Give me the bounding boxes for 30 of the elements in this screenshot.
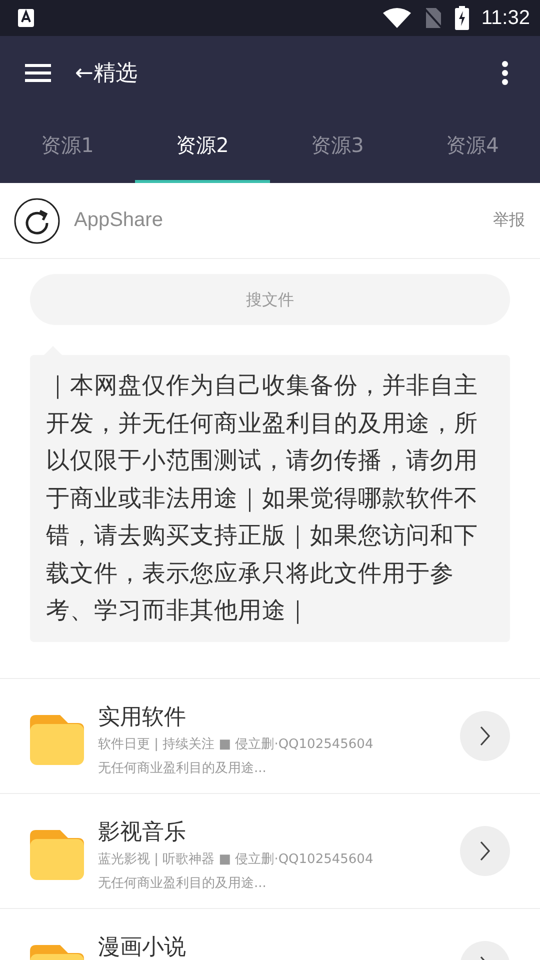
- open-folder-button[interactable]: [460, 826, 510, 876]
- tab[interactable]: 资源4: [405, 110, 540, 183]
- folder-title: 实用软件: [98, 704, 187, 732]
- clock-time: 11:32: [481, 6, 530, 30]
- folder-icon: [30, 714, 84, 764]
- chevron-right-icon: [480, 726, 490, 746]
- folder-tags: 软件日更 | 持续关注 ■ 侵立删·QQ102545604: [98, 732, 452, 756]
- tab[interactable]: 资源2: [135, 110, 270, 183]
- page-title: ←精选: [75, 60, 138, 88]
- battery-charging-icon: [455, 6, 470, 30]
- folder-tags: 蓝光影视 | 听歌神器 ■ 侵立删·QQ102545604: [98, 848, 452, 872]
- tab[interactable]: 资源1: [0, 110, 135, 183]
- search-field[interactable]: 搜文件: [30, 274, 510, 325]
- wifi-icon: [383, 8, 412, 28]
- chevron-right-icon: [480, 840, 490, 860]
- folder-title: 影视音乐: [98, 818, 187, 846]
- no-sim-icon: [423, 7, 444, 29]
- open-folder-button[interactable]: [460, 710, 510, 760]
- tab[interactable]: 资源3: [270, 110, 405, 183]
- owner-name: AppShare: [74, 209, 163, 232]
- menu-icon[interactable]: [25, 64, 51, 82]
- report-link[interactable]: 举报: [493, 210, 525, 231]
- refresh-logo-icon: [14, 198, 60, 244]
- app-notification-icon: [18, 9, 34, 27]
- folder-description: 无任何商业盈利目的及用途...: [98, 874, 268, 892]
- notice-text: ｜本网盘仅作为自己收集备份，并非自主开发，并无任何商业盈利目的及用途，所以仅限于小范围测试，请勿传播，请勿用于商业或非法用途｜如果觉得哪款软件不错，请去购买支持正版｜如果您访问和下载文件，表示您应承只将此文件用于参考、学习而非其他用途｜: [30, 355, 510, 642]
- folder-title: 漫画小说: [98, 934, 187, 960]
- folder-description: 无任何商业盈利目的及用途...: [98, 760, 268, 778]
- more-options-icon[interactable]: [502, 61, 508, 85]
- folder-icon: [30, 830, 84, 880]
